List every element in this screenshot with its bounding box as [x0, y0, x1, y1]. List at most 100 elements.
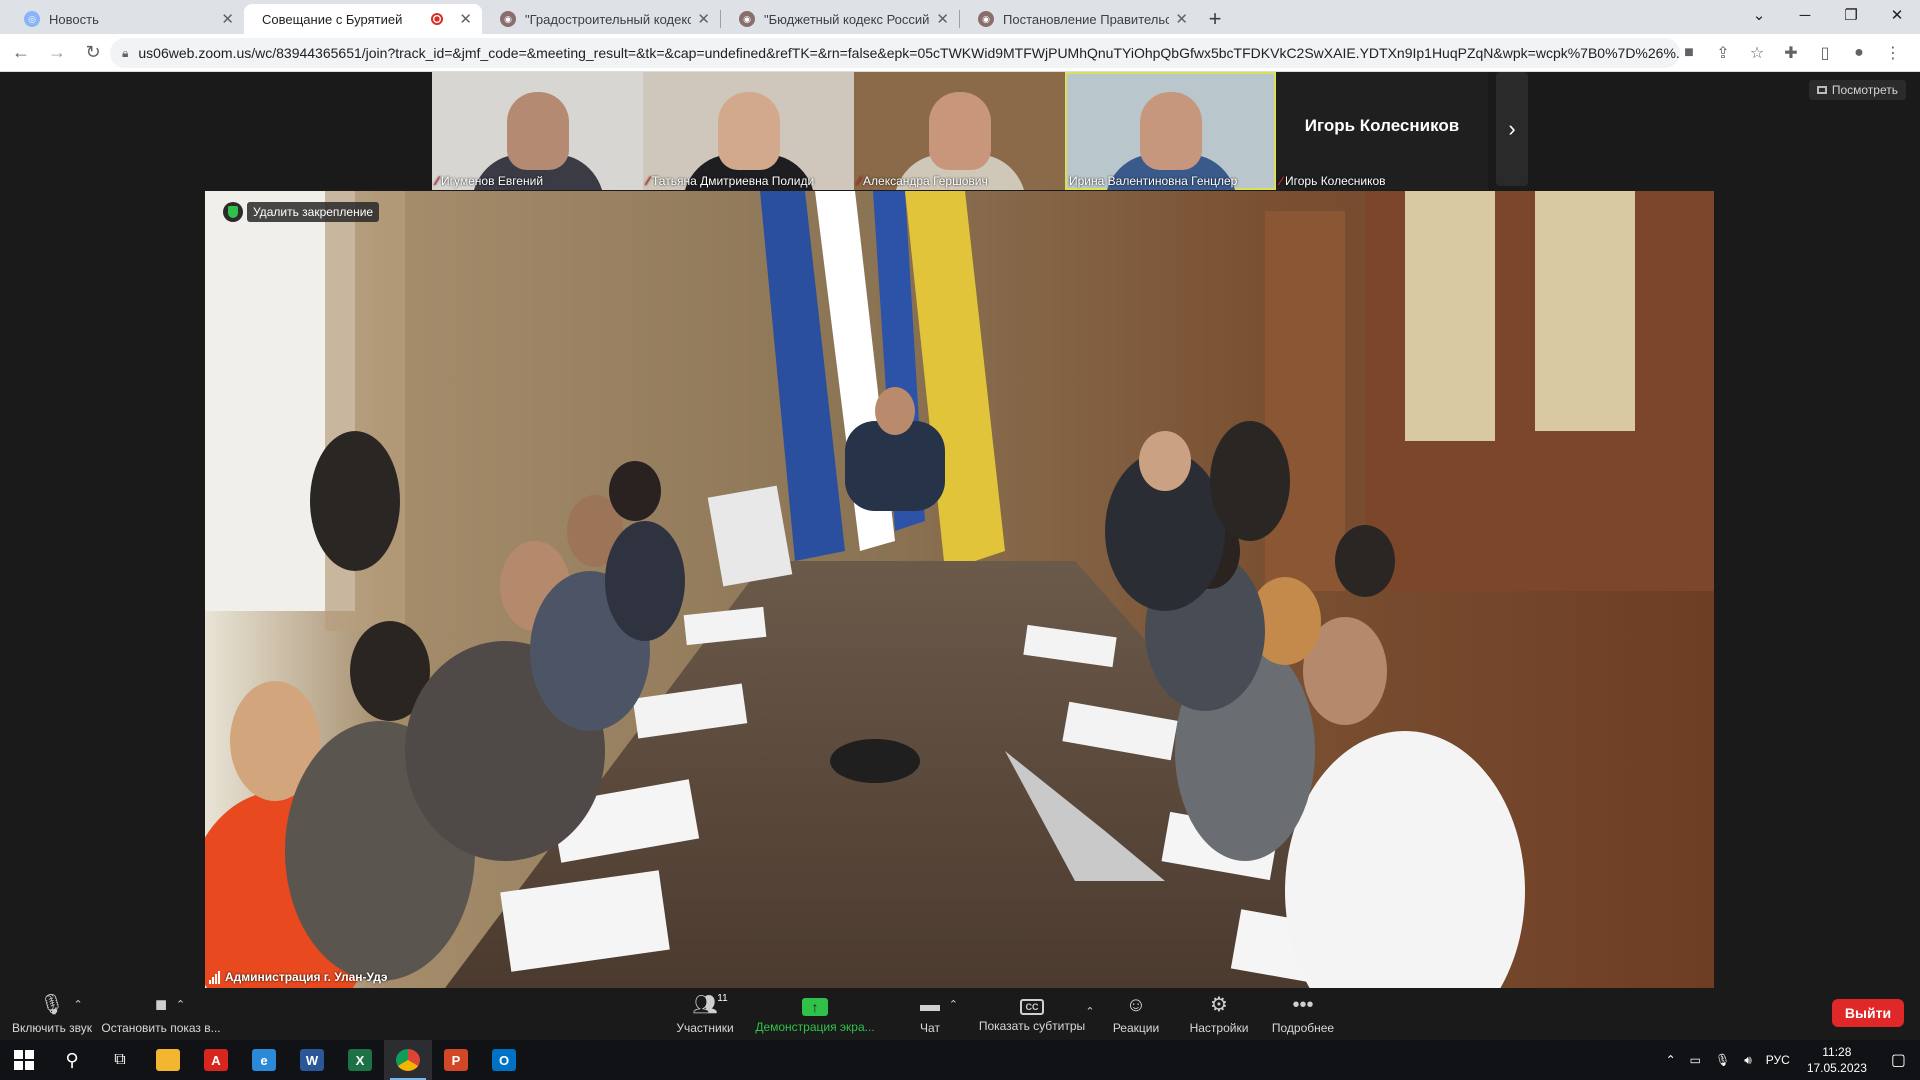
participant-tile[interactable]: ⁄ Игуменов Евгений: [432, 72, 643, 190]
chat-label: Чат: [920, 1021, 940, 1035]
participant-tile-no-video[interactable]: Игорь Колесников ⁄ Игорь Колесников: [1276, 72, 1488, 190]
task-view-button[interactable]: ⧉: [96, 1040, 144, 1080]
outlook-icon: O: [492, 1049, 516, 1071]
participants-button[interactable]: 👥︎ 11 Участники: [670, 988, 740, 1040]
caret-up-icon[interactable]: ⌃: [949, 993, 958, 1017]
view-button[interactable]: Посмотреть: [1808, 80, 1906, 100]
share-screen-icon: ↑: [802, 997, 828, 1016]
unmute-button[interactable]: 🎙︎ ⌃ Включить звук: [10, 988, 94, 1040]
caret-up-icon[interactable]: ⌃: [73, 993, 82, 1017]
network-icon[interactable]: ▭: [1683, 1053, 1708, 1067]
participant-tile-active-speaker[interactable]: Ирина Валентиновна Генцлер: [1065, 72, 1276, 190]
next-page-arrow-icon[interactable]: ›: [1496, 72, 1528, 186]
share-screen-label: Демонстрация экра...: [755, 1019, 875, 1034]
participant-video-face: [507, 92, 569, 170]
more-label: Подробнее: [1271, 1021, 1335, 1035]
menu-kebab-icon[interactable]: ⋮: [1876, 38, 1910, 68]
share-screen-button[interactable]: ↑ Демонстрация экра...: [752, 988, 878, 1040]
zoom-meeting-area: ⁄ Игуменов Евгений ⁄ Татьяна Дмитриевна …: [0, 72, 1920, 988]
grid-view-icon: [1816, 86, 1827, 94]
lock-icon[interactable]: 🔒︎: [122, 46, 128, 61]
tab-government-decree[interactable]: ◉ Постановление Правительства ✕: [960, 4, 1198, 34]
minimize-icon[interactable]: ─: [1782, 0, 1828, 30]
side-panel-icon[interactable]: ▯: [1808, 38, 1842, 68]
chevron-up-icon[interactable]: ⌃: [1659, 1053, 1683, 1067]
caret-up-icon[interactable]: ⌃: [176, 993, 185, 1017]
reactions-button[interactable]: ☺ Реакции: [1108, 988, 1164, 1040]
acrobat-taskbar-button[interactable]: A: [192, 1040, 240, 1080]
participant-tile[interactable]: ⁄ Татьяна Дмитриевна Полиди: [643, 72, 854, 190]
edge-taskbar-button[interactable]: e: [240, 1040, 288, 1080]
close-window-icon[interactable]: ✕: [1874, 0, 1920, 30]
close-icon[interactable]: ✕: [221, 10, 234, 28]
mic-muted-icon: ⁄: [1280, 174, 1283, 188]
chat-button[interactable]: ▬ ⌃ Чат: [900, 988, 960, 1040]
mic-muted-icon: ⁄: [858, 174, 861, 188]
captions-options-caret[interactable]: ⌃: [1082, 988, 1098, 1040]
tab-zoom-meeting[interactable]: ▶ Совещание с Бурятией ✕: [244, 4, 482, 92]
new-tab-button[interactable]: +: [1198, 4, 1232, 34]
clock[interactable]: 11:28 17.05.2023: [1797, 1044, 1877, 1076]
file-explorer-taskbar-button[interactable]: [144, 1040, 192, 1080]
url-text: us06web.zoom.us/wc/83944365651/join?trac…: [138, 45, 1680, 61]
volume-icon[interactable]: 🔊︎: [1737, 1053, 1759, 1068]
excel-taskbar-button[interactable]: X: [336, 1040, 384, 1080]
edge-icon: e: [252, 1049, 276, 1071]
profile-avatar-icon[interactable]: ●: [1842, 38, 1876, 68]
microphone-icon[interactable]: 🎙︎: [1708, 1053, 1737, 1067]
main-video[interactable]: Удалить закрепление Администрация г. Ула…: [205, 191, 1714, 988]
powerpoint-taskbar-button[interactable]: P: [432, 1040, 480, 1080]
bookmark-star-icon[interactable]: ☆: [1740, 38, 1774, 68]
settings-button[interactable]: ⚙ Настройки: [1186, 988, 1252, 1040]
main-speaker-name: Администрация г. Улан-Удэ: [225, 970, 388, 984]
restore-icon[interactable]: ❐: [1828, 0, 1874, 30]
search-icon: ⚲: [65, 1049, 79, 1070]
address-bar[interactable]: 🔒︎ us06web.zoom.us/wc/83944365651/join?t…: [110, 38, 1680, 68]
windows-logo-icon: [14, 1050, 34, 1070]
extensions-icon[interactable]: ✚: [1774, 38, 1808, 68]
word-taskbar-button[interactable]: W: [288, 1040, 336, 1080]
more-button[interactable]: ••• Подробнее: [1270, 988, 1336, 1040]
chrome-taskbar-button[interactable]: [384, 1040, 432, 1080]
close-icon[interactable]: ✕: [697, 10, 710, 28]
tab-search-icon[interactable]: ⌄: [1736, 0, 1782, 30]
browser-tab-strip: ◎ Новость ✕ ▶ Совещание с Бурятией ✕ ◉ "…: [0, 0, 1920, 92]
stop-video-button[interactable]: ■ ⌃ Остановить показ в...: [100, 988, 222, 1040]
news-icon: ◎: [24, 11, 40, 27]
unpin-control[interactable]: Удалить закрепление: [223, 202, 380, 222]
toolbar-actions: ■ ⇪ ☆ ✚ ▯ ● ⋮: [1672, 38, 1910, 68]
participant-strip: ⁄ Игуменов Евгений ⁄ Татьяна Дмитриевна …: [432, 72, 1528, 190]
chrome-icon: [396, 1049, 420, 1071]
participants-icon: 👥︎ 11: [692, 993, 727, 1017]
leave-button[interactable]: Выйти: [1832, 999, 1904, 1027]
tab-urban-code[interactable]: ◉ "Градостроительный кодекс Ро ✕: [482, 4, 720, 34]
reload-icon[interactable]: ↻: [78, 38, 108, 68]
start-button[interactable]: [0, 1040, 48, 1080]
tab-budget-code[interactable]: ◉ "Бюджетный кодекс Российско ✕: [721, 4, 959, 34]
camera-in-use-icon[interactable]: ■: [1672, 38, 1706, 68]
forward-icon[interactable]: →: [42, 38, 72, 68]
close-icon[interactable]: ✕: [936, 10, 949, 28]
input-language[interactable]: РУС: [1759, 1053, 1797, 1067]
notifications-icon[interactable]: ▢: [1877, 1050, 1920, 1070]
gear-icon: ⚙: [1210, 994, 1228, 1016]
mic-muted-icon: ⁄: [647, 174, 650, 188]
share-icon[interactable]: ⇪: [1706, 38, 1740, 68]
tab-news[interactable]: ◎ Новость ✕: [6, 4, 244, 34]
unmute-label: Включить звук: [11, 1021, 93, 1035]
tab-title: "Градостроительный кодекс Ро: [525, 11, 692, 27]
word-icon: W: [300, 1049, 324, 1071]
search-button[interactable]: ⚲: [48, 1040, 96, 1080]
unpin-button[interactable]: Удалить закрепление: [247, 202, 380, 222]
conference-room-video-frame: [205, 191, 1714, 988]
excel-icon: X: [348, 1049, 372, 1071]
captions-button[interactable]: CC Показать субтитры: [978, 988, 1086, 1040]
close-icon[interactable]: ✕: [1175, 10, 1188, 28]
signal-strength-icon: [209, 971, 221, 984]
captions-icon: CC: [1020, 999, 1044, 1015]
participant-tile[interactable]: ⁄ Александра Гершович: [854, 72, 1065, 190]
back-icon[interactable]: ←: [6, 38, 36, 68]
close-icon[interactable]: ✕: [459, 10, 472, 28]
outlook-taskbar-button[interactable]: O: [480, 1040, 528, 1080]
participants-count: 11: [717, 993, 728, 1004]
